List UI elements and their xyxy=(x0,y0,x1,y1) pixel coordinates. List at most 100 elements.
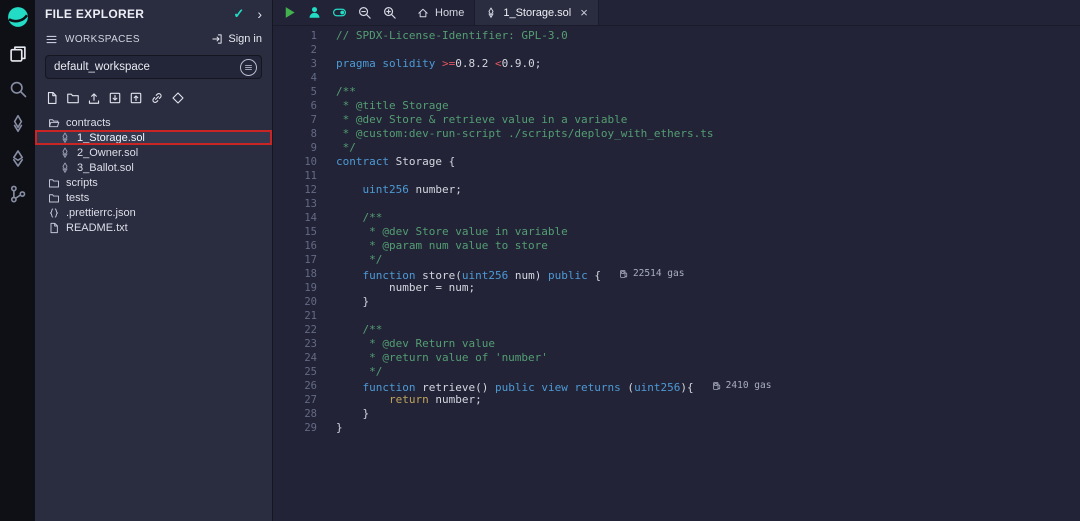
tree-item-3-ballot-sol[interactable]: 3_Ballot.sol xyxy=(35,160,272,175)
code-text: pragma solidity >=0.8.2 <0.9.0; xyxy=(317,57,541,71)
upload-file-icon[interactable] xyxy=(87,91,101,105)
remix-logo-icon[interactable] xyxy=(6,5,30,29)
code-line-8[interactable]: 8 * @custom:dev-run-script ./scripts/dep… xyxy=(273,127,1080,141)
code-line-12[interactable]: 12 uint256 number; xyxy=(273,183,1080,197)
code-line-27[interactable]: 27 return number; xyxy=(273,393,1080,407)
line-number[interactable]: 19 xyxy=(273,281,317,295)
line-number[interactable]: 21 xyxy=(273,309,317,323)
code-line-9[interactable]: 9 */ xyxy=(273,141,1080,155)
line-number[interactable]: 17 xyxy=(273,253,317,267)
tree-item-contracts[interactable]: contracts xyxy=(35,115,272,130)
code-line-10[interactable]: 10contract Storage { xyxy=(273,155,1080,169)
workspace-options-button[interactable] xyxy=(240,59,257,76)
line-number[interactable]: 6 xyxy=(273,99,317,113)
new-folder-icon[interactable] xyxy=(66,91,80,105)
run-script-button[interactable] xyxy=(282,5,297,20)
line-number[interactable]: 26 xyxy=(273,379,317,393)
code-line-13[interactable]: 13 xyxy=(273,197,1080,211)
line-number[interactable]: 5 xyxy=(273,85,317,99)
code-line-16[interactable]: 16 * @param num value to store xyxy=(273,239,1080,253)
code-line-24[interactable]: 24 * @return value of 'number' xyxy=(273,351,1080,365)
close-tab-icon[interactable]: × xyxy=(580,6,588,19)
code-line-18[interactable]: 18 function store(uint256 num) public {2… xyxy=(273,267,1080,281)
tree-item-scripts[interactable]: scripts xyxy=(35,175,272,190)
collapse-panel-icon[interactable]: › xyxy=(257,6,262,22)
code-line-21[interactable]: 21 xyxy=(273,309,1080,323)
line-number[interactable]: 28 xyxy=(273,407,317,421)
activity-bar xyxy=(0,0,35,521)
file-name: scripts xyxy=(66,177,98,189)
zoom-out-icon[interactable] xyxy=(357,5,372,20)
user-icon[interactable] xyxy=(307,5,322,20)
publish-icon[interactable] xyxy=(129,91,143,105)
sign-in-icon xyxy=(211,33,223,45)
code-line-19[interactable]: 19 number = num; xyxy=(273,281,1080,295)
line-number[interactable]: 25 xyxy=(273,365,317,379)
line-number[interactable]: 7 xyxy=(273,113,317,127)
line-number[interactable]: 24 xyxy=(273,351,317,365)
file-actions-toolbar xyxy=(35,79,272,113)
tree-item-2-owner-sol[interactable]: 2_Owner.sol xyxy=(35,145,272,160)
line-number[interactable]: 23 xyxy=(273,337,317,351)
code-line-2[interactable]: 2 xyxy=(273,43,1080,57)
code-line-26[interactable]: 26 function retrieve() public view retur… xyxy=(273,379,1080,393)
import-url-icon[interactable] xyxy=(150,91,164,105)
line-number[interactable]: 15 xyxy=(273,225,317,239)
line-number[interactable]: 13 xyxy=(273,197,317,211)
line-number[interactable]: 18 xyxy=(273,267,317,281)
solidity-compiler-icon[interactable] xyxy=(8,114,28,134)
tab-1-storage-sol[interactable]: 1_Storage.sol× xyxy=(475,0,598,25)
line-number[interactable]: 10 xyxy=(273,155,317,169)
code-line-15[interactable]: 15 * @dev Store value in variable xyxy=(273,225,1080,239)
code-line-14[interactable]: 14 /** xyxy=(273,211,1080,225)
code-line-1[interactable]: 1// SPDX-License-Identifier: GPL-3.0 xyxy=(273,29,1080,43)
zoom-in-icon[interactable] xyxy=(382,5,397,20)
code-line-20[interactable]: 20 } xyxy=(273,295,1080,309)
line-number[interactable]: 27 xyxy=(273,393,317,407)
tree-item-prettierrc-json[interactable]: .prettierrc.json xyxy=(35,205,272,220)
tree-item-1-storage-sol[interactable]: 1_Storage.sol xyxy=(35,130,272,145)
code-line-29[interactable]: 29} xyxy=(273,421,1080,435)
line-number[interactable]: 16 xyxy=(273,239,317,253)
line-number[interactable]: 22 xyxy=(273,323,317,337)
line-number[interactable]: 11 xyxy=(273,169,317,183)
git-icon[interactable] xyxy=(8,184,28,204)
accept-check-icon[interactable]: ✓ xyxy=(233,6,244,22)
file-explorer-icon[interactable] xyxy=(8,44,28,64)
code-line-5[interactable]: 5/** xyxy=(273,85,1080,99)
code-line-28[interactable]: 28 } xyxy=(273,407,1080,421)
tree-item-readme-txt[interactable]: README.txt xyxy=(35,220,272,235)
tree-item-tests[interactable]: tests xyxy=(35,190,272,205)
code-line-11[interactable]: 11 xyxy=(273,169,1080,183)
deploy-and-run-icon[interactable] xyxy=(8,149,28,169)
line-number[interactable]: 12 xyxy=(273,183,317,197)
publish-gist-icon[interactable] xyxy=(171,91,185,105)
code-line-23[interactable]: 23 * @dev Return value xyxy=(273,337,1080,351)
sign-in-button[interactable]: Sign in xyxy=(211,33,262,45)
code-editor[interactable]: 1// SPDX-License-Identifier: GPL-3.023pr… xyxy=(273,26,1080,521)
line-number[interactable]: 9 xyxy=(273,141,317,155)
new-file-icon[interactable] xyxy=(45,91,59,105)
workspace-select[interactable]: default_workspace xyxy=(45,55,262,79)
code-line-7[interactable]: 7 * @dev Store & retrieve value in a var… xyxy=(273,113,1080,127)
code-line-6[interactable]: 6 * @title Storage xyxy=(273,99,1080,113)
line-number[interactable]: 1 xyxy=(273,29,317,43)
tab-home[interactable]: Home xyxy=(407,0,475,25)
code-line-17[interactable]: 17 */ xyxy=(273,253,1080,267)
code-line-4[interactable]: 4 xyxy=(273,71,1080,85)
preview-toggle-icon[interactable] xyxy=(332,5,347,20)
line-number[interactable]: 20 xyxy=(273,295,317,309)
line-number[interactable]: 29 xyxy=(273,421,317,435)
code-line-25[interactable]: 25 */ xyxy=(273,365,1080,379)
line-number[interactable]: 14 xyxy=(273,211,317,225)
line-number[interactable]: 2 xyxy=(273,43,317,57)
workspaces-menu-icon[interactable] xyxy=(45,33,58,46)
line-number[interactable]: 4 xyxy=(273,71,317,85)
code-line-3[interactable]: 3pragma solidity >=0.8.2 <0.9.0; xyxy=(273,57,1080,71)
line-number[interactable]: 3 xyxy=(273,57,317,71)
search-icon[interactable] xyxy=(8,79,28,99)
line-number[interactable]: 8 xyxy=(273,127,317,141)
code-text xyxy=(317,197,336,211)
upload-folder-icon[interactable] xyxy=(108,91,122,105)
code-line-22[interactable]: 22 /** xyxy=(273,323,1080,337)
